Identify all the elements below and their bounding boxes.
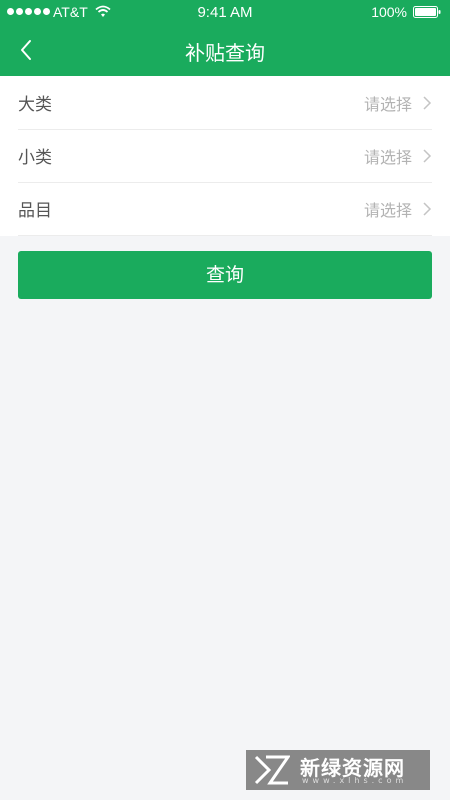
chevron-right-icon <box>423 202 432 216</box>
navigation-bar: 补贴查询 <box>0 26 450 76</box>
category-row[interactable]: 大类 请选择 <box>18 76 432 130</box>
subcategory-label: 小类 <box>18 148 52 168</box>
subcategory-placeholder: 请选择 <box>363 148 412 167</box>
query-button[interactable]: 查询 <box>18 251 432 299</box>
filter-form: 大类 请选择 小类 请选择 品目 请选择 <box>0 76 450 236</box>
battery-percentage: 100% <box>371 4 407 20</box>
category-placeholder: 请选择 <box>363 95 412 114</box>
battery-icon <box>413 6 441 18</box>
watermark-logo-icon <box>254 755 290 785</box>
subcategory-row[interactable]: 小类 请选择 <box>18 129 432 183</box>
item-placeholder: 请选择 <box>363 201 412 220</box>
app-header: AT&T 9:41 AM 100% 补贴查询 <box>0 0 450 76</box>
site-watermark: 新绿资源网 www.xlhs.com <box>246 750 430 790</box>
status-bar: AT&T 9:41 AM 100% <box>0 0 450 26</box>
watermark-url: www.xlhs.com <box>302 776 408 785</box>
chevron-right-icon <box>423 149 432 163</box>
item-row[interactable]: 品目 请选择 <box>18 182 432 236</box>
chevron-right-icon <box>423 96 432 110</box>
category-label: 大类 <box>18 95 52 115</box>
page-title: 补贴查询 <box>185 41 265 65</box>
item-label: 品目 <box>18 201 52 221</box>
